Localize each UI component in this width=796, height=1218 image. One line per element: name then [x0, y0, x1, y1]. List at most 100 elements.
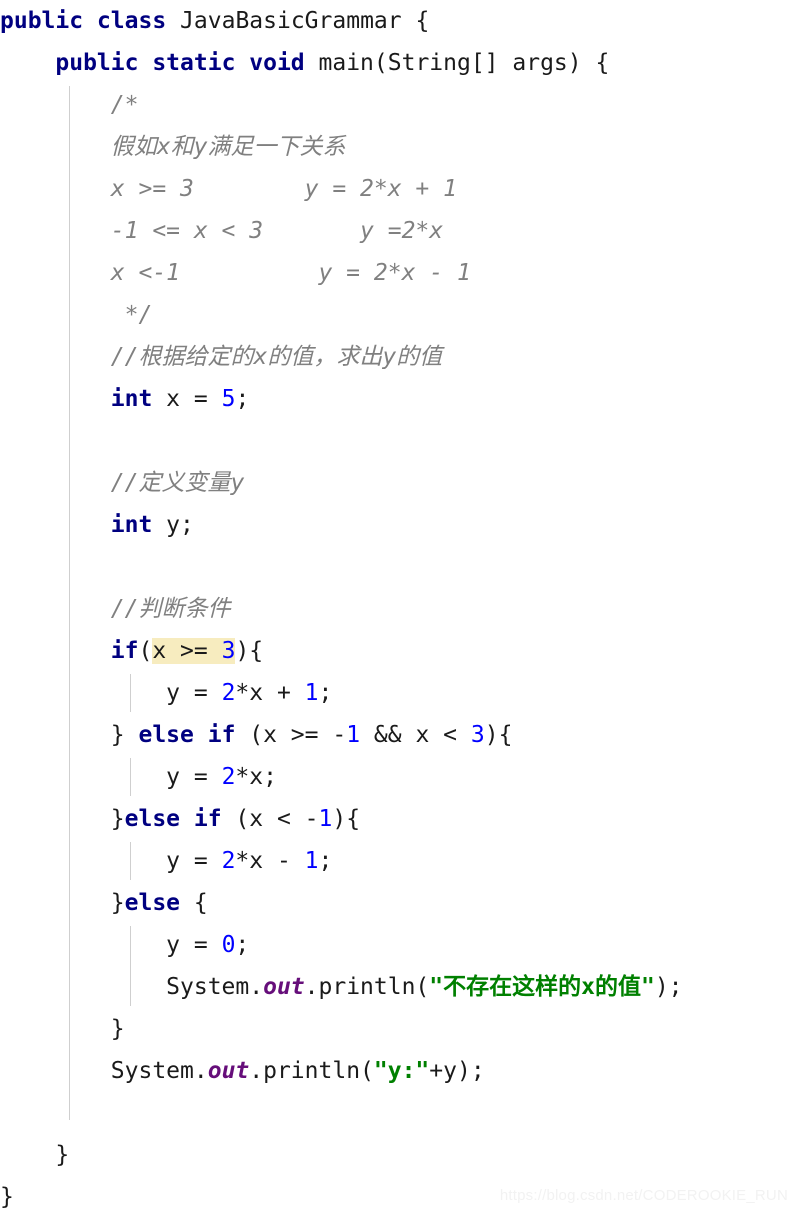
- expression: *x;: [235, 764, 277, 790]
- code-editor[interactable]: public class JavaBasicGrammar { public s…: [0, 0, 796, 1210]
- assignment-y: y =: [166, 680, 222, 706]
- keyword-int: int: [110, 386, 153, 412]
- semicolon: ;: [235, 932, 250, 958]
- field-out: out: [207, 1058, 250, 1084]
- system-reference: System.: [166, 974, 264, 1000]
- call-close: );: [654, 974, 683, 1000]
- code-line-26: System.out.println("y:"+y);: [0, 1050, 796, 1092]
- code-line-14-blank: [0, 546, 796, 588]
- code-line-11-blank: [0, 420, 796, 462]
- comment-condition: //判断条件: [0, 596, 231, 622]
- comment-case-3: x <-1 y = 2*x - 1: [0, 260, 471, 286]
- condition-part-a: (x >=: [235, 722, 333, 748]
- number-literal: 1: [304, 848, 319, 874]
- assignment-y: y =: [166, 848, 222, 874]
- comment-case-2: -1 <= x < 3 y =2*x: [0, 218, 444, 244]
- keyword-if: if: [110, 638, 139, 664]
- string-literal: "不存在这样的x的值": [429, 974, 655, 1000]
- comment-block-close: */: [0, 302, 153, 328]
- string-literal: "y:": [373, 1058, 430, 1084]
- code-line-12: //定义变量y: [0, 462, 796, 504]
- semicolon: ;: [235, 386, 250, 412]
- code-line-27-blank: [0, 1092, 796, 1134]
- class-declaration: JavaBasicGrammar {: [166, 8, 430, 34]
- code-line-18: } else if (x >= -1 && x < 3){: [0, 714, 796, 756]
- brace-close: }: [0, 1016, 125, 1042]
- code-line-24: System.out.println("不存在这样的x的值");: [0, 966, 796, 1008]
- paren-close-brace: ){: [235, 638, 264, 664]
- keyword-public: public: [0, 8, 84, 34]
- number-literal: 1: [318, 806, 333, 832]
- keyword-public: public: [55, 50, 139, 76]
- code-line-3: /*: [0, 84, 796, 126]
- comment-define-y: //定义变量y: [0, 470, 245, 496]
- code-line-5: x >= 3 y = 2*x + 1: [0, 168, 796, 210]
- code-line-8: */: [0, 294, 796, 336]
- keyword-else-if: else if: [124, 806, 222, 832]
- code-line-10: int x = 5;: [0, 378, 796, 420]
- brace-close-method: }: [0, 1142, 70, 1168]
- expression: *x +: [235, 680, 305, 706]
- assignment-y: y =: [166, 764, 222, 790]
- keyword-void: void: [235, 50, 305, 76]
- code-line-17: y = 2*x + 1;: [0, 672, 796, 714]
- highlighted-condition: x >= 3: [152, 638, 236, 664]
- brace-close-class: }: [0, 1184, 14, 1210]
- keyword-else-if: else if: [138, 722, 236, 748]
- condition-part-a: (x <: [221, 806, 305, 832]
- code-line-15: //判断条件: [0, 588, 796, 630]
- code-line-16: if(x >= 3){: [0, 630, 796, 672]
- code-line-2: public static void main(String[] args) {: [0, 42, 796, 84]
- minus-sign: -: [304, 806, 319, 832]
- semicolon: ;: [318, 680, 333, 706]
- call-close: +y);: [429, 1058, 485, 1084]
- number-literal: 0: [221, 932, 236, 958]
- condition-expression: x >=: [152, 638, 222, 664]
- number-literal: 2: [221, 848, 236, 874]
- number-literal: 3: [470, 722, 485, 748]
- number-literal: 1: [346, 722, 361, 748]
- code-line-9: //根据给定的x的值，求出y的值: [0, 336, 796, 378]
- brace-close: }: [110, 806, 125, 832]
- number-literal: 2: [221, 764, 236, 790]
- number-literal: 3: [221, 638, 236, 664]
- keyword-int: int: [110, 512, 153, 538]
- keyword-else: else: [124, 890, 181, 916]
- paren-close-brace: ){: [484, 722, 513, 748]
- brace-open: {: [180, 890, 208, 916]
- field-out: out: [263, 974, 305, 1000]
- code-line-19: y = 2*x;: [0, 756, 796, 798]
- brace-close: }: [110, 890, 125, 916]
- minus-sign: -: [332, 722, 347, 748]
- watermark: https://blog.csdn.net/CODEROOKIE_RUN: [499, 1187, 788, 1204]
- main-signature: main(String[] args) {: [304, 50, 610, 76]
- code-line-28: }: [0, 1134, 796, 1176]
- number-literal: 2: [221, 680, 236, 706]
- paren-open: (: [138, 638, 153, 664]
- number-literal: 5: [221, 386, 236, 412]
- keyword-class: class: [96, 8, 167, 34]
- semicolon: ;: [318, 848, 333, 874]
- number-literal: 1: [304, 680, 319, 706]
- brace-close: }: [110, 722, 139, 748]
- comment-case-1: x >= 3 y = 2*x + 1: [0, 176, 457, 202]
- code-line-1: public class JavaBasicGrammar {: [0, 0, 796, 42]
- code-line-23: y = 0;: [0, 924, 796, 966]
- comment-block-open: /*: [0, 92, 139, 118]
- code-line-7: x <-1 y = 2*x - 1: [0, 252, 796, 294]
- code-line-13: int y;: [0, 504, 796, 546]
- expression: *x -: [235, 848, 305, 874]
- condition-part-b: && x <: [360, 722, 471, 748]
